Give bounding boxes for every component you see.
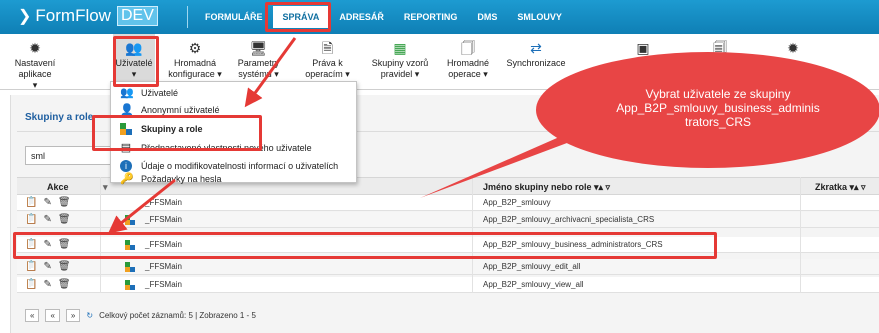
callout-text: Vybrat uživatele ze skupiny App_B2P_smlo… <box>616 87 820 129</box>
annotation-arrows <box>107 37 879 234</box>
arrow-to-menu <box>244 37 297 108</box>
arrow-to-row <box>107 178 176 234</box>
